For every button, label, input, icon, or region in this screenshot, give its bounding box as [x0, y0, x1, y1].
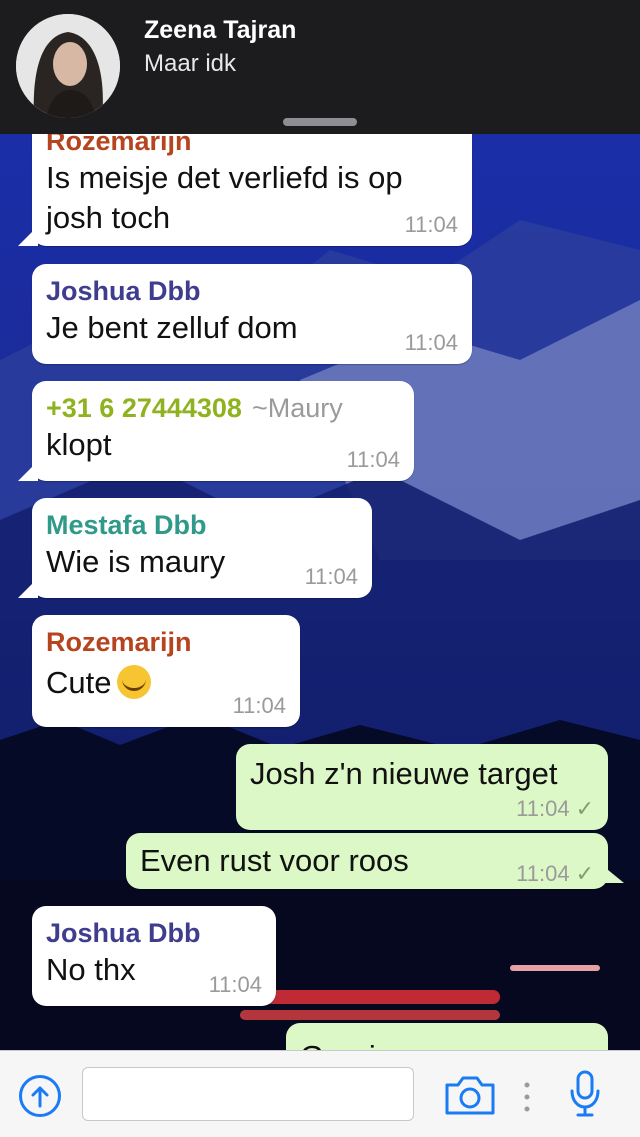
contact-name[interactable]: Zeena Tajran	[144, 16, 296, 45]
message-sender[interactable]: Rozemarijn	[46, 134, 458, 158]
contact-status: Maar idk	[144, 50, 237, 77]
message-text-content: Cute	[46, 665, 112, 700]
message-bubble-outgoing[interactable]: Grapje xx	[286, 1023, 608, 1050]
message-sender[interactable]: +31 6 27444308 ~Maury	[46, 391, 400, 425]
sender-alias: ~Maury	[251, 393, 343, 423]
message-input-bar	[0, 1050, 640, 1137]
message-time: 11:04	[346, 447, 400, 472]
pull-handle[interactable]	[283, 118, 357, 126]
message-bubble[interactable]: Rozemarijn Cute 11:04	[32, 615, 300, 727]
upload-arrow-icon	[31, 1086, 49, 1108]
microphone-icon	[570, 1070, 600, 1117]
message-time: 11:04	[304, 564, 358, 589]
message-text: Grapje xx	[300, 1037, 594, 1050]
message-time-value: 11:04	[516, 861, 570, 886]
voice-record-button[interactable]	[568, 1069, 602, 1124]
camera-icon	[445, 1076, 495, 1115]
message-time: 11:04	[232, 693, 286, 718]
sender-phone[interactable]: +31 6 27444308	[46, 393, 242, 423]
message-sender[interactable]: Rozemarijn	[46, 625, 286, 659]
message-bubble[interactable]: Joshua Dbb Je bent zelluf dom 11:04	[32, 264, 472, 364]
delivered-check-icon: ✓	[575, 796, 594, 821]
message-time-value: 11:04	[516, 796, 570, 821]
message-text: josh toch	[46, 200, 171, 235]
message-bubble[interactable]: +31 6 27444308 ~Maury klopt 11:04	[18, 381, 414, 481]
message-sender[interactable]: Joshua Dbb	[46, 274, 458, 308]
message-time: 11:04 ✓	[516, 861, 594, 887]
more-options-button[interactable]	[522, 1081, 532, 1118]
message-time: 11:04	[404, 212, 458, 237]
message-bubble[interactable]: Rozemarijn Is meisje det verliefd is op …	[18, 134, 472, 246]
message-bubble-outgoing[interactable]: Josh z'n nieuwe target 11:04 ✓	[236, 744, 608, 830]
bubble-tail	[18, 461, 38, 481]
message-input[interactable]	[82, 1067, 414, 1121]
bubble-tail	[18, 226, 38, 246]
message-sender[interactable]: Mestafa Dbb	[46, 508, 358, 542]
smiling-blush-emoji	[117, 665, 152, 699]
message-time: 11:04	[208, 972, 262, 997]
message-text: Is meisje det verliefd is op	[46, 160, 403, 195]
message-bubble[interactable]: Joshua Dbb No thx 11:04	[32, 906, 276, 1006]
message-time: 11:04	[404, 330, 458, 355]
message-bubble-outgoing[interactable]: Even rust voor roos 11:04 ✓	[126, 833, 624, 889]
message-sender[interactable]: Joshua Dbb	[46, 916, 262, 950]
message-text: Je bent zelluf dom	[46, 310, 298, 345]
more-dots-icon	[524, 1082, 530, 1112]
delivered-check-icon: ✓	[575, 861, 594, 886]
message-list[interactable]: Rozemarijn Is meisje det verliefd is op …	[0, 134, 640, 1050]
camera-button[interactable]	[444, 1073, 496, 1122]
chat-header[interactable]: Zeena Tajran Maar idk	[0, 0, 640, 134]
attach-button[interactable]	[19, 1075, 61, 1117]
message-text: Josh z'n nieuwe target	[250, 756, 558, 791]
avatar-photo	[16, 14, 120, 118]
bubble-tail	[602, 865, 624, 883]
message-bubble[interactable]: Mestafa Dbb Wie is maury 11:04	[18, 498, 372, 598]
message-time: 11:04 ✓	[516, 796, 594, 822]
contact-avatar[interactable]	[16, 14, 120, 118]
bubble-tail	[18, 578, 38, 598]
